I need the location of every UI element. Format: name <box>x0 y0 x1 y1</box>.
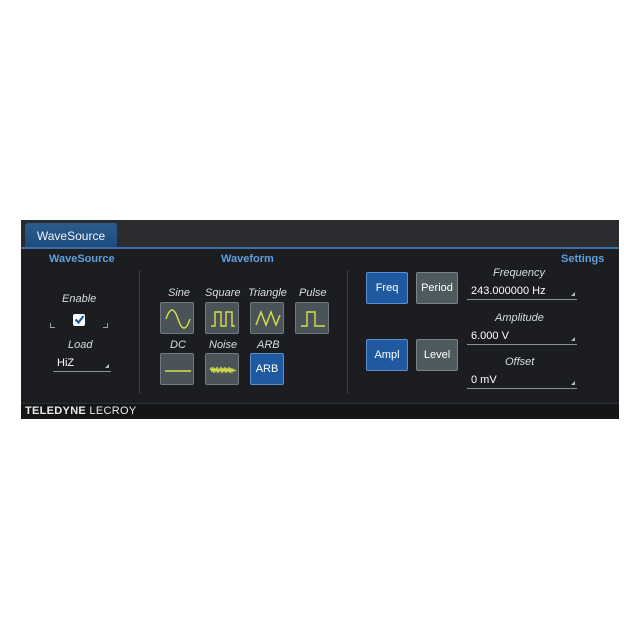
sine-button[interactable] <box>160 302 194 334</box>
sine-label: Sine <box>168 287 191 299</box>
section-divider-right <box>347 270 348 394</box>
section-divider-left <box>139 270 140 394</box>
offset-value: 0 mV <box>471 374 497 386</box>
checkbox-frame-left <box>50 323 55 328</box>
brand-logo: TELEDYNE LECROY <box>25 405 136 417</box>
level-button[interactable]: Level <box>416 339 458 371</box>
amplitude-value: 6.000 V <box>471 330 509 342</box>
brand-bold: TELEDYNE <box>25 405 87 417</box>
triangle-button[interactable] <box>250 302 284 334</box>
checkbox-frame-right <box>103 323 108 328</box>
period-button[interactable]: Period <box>416 272 458 304</box>
dropdown-arrow-icon <box>571 337 575 341</box>
tab-strip: WaveSource <box>21 220 619 248</box>
arb-label: ARB <box>257 339 280 351</box>
frequency-value: 243.000000 Hz <box>471 285 546 297</box>
frequency-field[interactable]: 243.000000 Hz <box>467 283 577 300</box>
enable-label: Enable <box>62 293 97 305</box>
footer-bar: TELEDYNE LECROY <box>21 403 619 419</box>
frequency-label: Frequency <box>493 267 545 279</box>
square-button[interactable] <box>205 302 239 334</box>
enable-checkbox[interactable] <box>73 314 85 326</box>
noise-button[interactable] <box>205 353 239 385</box>
pulse-button[interactable] <box>295 302 329 334</box>
section-header-wavesource: WaveSource <box>49 253 115 265</box>
amplitude-field[interactable]: 6.000 V <box>467 328 577 345</box>
wavesource-dialog: WaveSource WaveSource Waveform Settings … <box>21 220 619 419</box>
load-value: HiZ <box>57 357 75 369</box>
checkmark-icon <box>74 315 85 325</box>
ampl-button[interactable]: Ampl <box>366 339 408 371</box>
brand-rest: LECROY <box>86 405 137 417</box>
sine-wave-icon <box>165 309 191 329</box>
pulse-label: Pulse <box>299 287 327 299</box>
dropdown-arrow-icon <box>105 364 109 368</box>
tab-wavesource[interactable]: WaveSource <box>25 223 117 248</box>
noise-icon <box>209 366 237 374</box>
arb-button[interactable]: ARB <box>250 353 284 385</box>
dropdown-arrow-icon <box>571 381 575 385</box>
load-dropdown[interactable]: HiZ <box>53 356 111 372</box>
dc-button[interactable] <box>160 353 194 385</box>
triangle-label: Triangle <box>248 287 287 299</box>
load-label: Load <box>68 339 93 351</box>
square-label: Square <box>205 287 241 299</box>
offset-label: Offset <box>505 356 535 368</box>
dc-line-icon <box>165 370 191 372</box>
triangle-wave-icon <box>255 310 281 327</box>
tab-underline <box>21 247 619 249</box>
amplitude-label: Amplitude <box>495 312 544 324</box>
dropdown-arrow-icon <box>571 292 575 296</box>
offset-field[interactable]: 0 mV <box>467 372 577 389</box>
square-wave-icon <box>211 311 235 327</box>
freq-button[interactable]: Freq <box>366 272 408 304</box>
pulse-wave-icon <box>301 311 325 327</box>
dc-label: DC <box>170 339 186 351</box>
noise-label: Noise <box>209 339 238 351</box>
section-header-settings: Settings <box>561 253 605 265</box>
section-header-waveform: Waveform <box>221 253 274 265</box>
